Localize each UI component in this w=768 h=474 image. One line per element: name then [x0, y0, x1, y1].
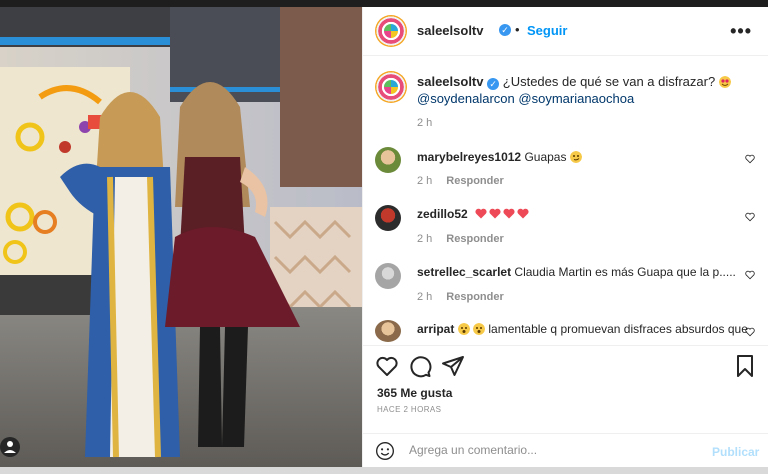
- post-caption: saleelsoltv ✓ ¿Ustedes de qué se van a d…: [417, 73, 747, 107]
- comment-body: lamentable q promuevan disfraces absurdo…: [488, 322, 748, 336]
- post-photo[interactable]: [0, 7, 362, 467]
- mention-link[interactable]: @soymarianaochoa: [518, 91, 634, 106]
- avatar[interactable]: [375, 147, 401, 173]
- caption-avatar[interactable]: [375, 71, 407, 103]
- mention-link[interactable]: @soydenalarcon: [417, 91, 515, 106]
- comment-username[interactable]: setrellec_scarlet: [417, 265, 511, 279]
- frowning-emoji-icon: [473, 323, 486, 335]
- emoji-picker-icon[interactable]: [375, 441, 395, 461]
- publish-button[interactable]: Publicar: [712, 445, 759, 459]
- comment-text: marybelreyes1012 Guapas: [417, 150, 582, 164]
- avatar[interactable]: [375, 320, 401, 342]
- smirk-emoji-icon: [569, 151, 582, 163]
- four-red-hearts-icon: [475, 207, 531, 221]
- avatar[interactable]: [375, 263, 401, 289]
- post-actions-bar: [363, 345, 768, 386]
- starry-eyes-emoji-icon: [718, 76, 731, 88]
- comment-text: arripat lamentable q promuevan disfraces…: [417, 322, 748, 336]
- likes-count[interactable]: 365 Me gusta: [377, 386, 452, 400]
- comment-input[interactable]: [409, 443, 679, 457]
- avatar[interactable]: [375, 205, 401, 231]
- comment-username[interactable]: zedillo52: [417, 207, 468, 221]
- post-header: saleelsoltv ✓ • Seguir •••: [363, 7, 768, 56]
- comment-username[interactable]: arripat: [417, 322, 454, 336]
- browser-bottom-strip: [0, 467, 768, 474]
- tagged-user-icon[interactable]: [0, 437, 20, 457]
- caption-text: ¿Ustedes de qué se van a disfrazar?: [502, 74, 716, 89]
- comment-time: 2 h: [417, 233, 433, 245]
- comment-meta: 2 h Responder: [417, 233, 504, 245]
- comment-meta: 2 h Responder: [417, 175, 504, 187]
- comment-username[interactable]: marybelreyes1012: [417, 150, 521, 164]
- reply-button[interactable]: Responder: [446, 291, 503, 303]
- verified-badge-icon: ✓: [499, 24, 511, 36]
- post-detail-panel: saleelsoltv ✓ • Seguir ••• saleelsoltv ✓…: [362, 7, 768, 467]
- comment-body: Claudia Martin es más Guapa que la p....…: [514, 265, 736, 279]
- like-heart-icon[interactable]: [375, 354, 399, 378]
- like-comment-heart-icon[interactable]: [745, 212, 755, 222]
- like-comment-heart-icon[interactable]: [745, 270, 755, 280]
- more-options-icon[interactable]: •••: [730, 21, 752, 42]
- like-comment-heart-icon[interactable]: [745, 154, 755, 164]
- comment-time: 2 h: [417, 175, 433, 187]
- reply-button[interactable]: Responder: [446, 175, 503, 187]
- like-comment-heart-icon[interactable]: [745, 327, 755, 337]
- save-bookmark-icon[interactable]: [733, 354, 757, 378]
- comment-body: Guapas: [524, 150, 567, 164]
- comment-text: setrellec_scarlet Claudia Martin es más …: [417, 265, 736, 279]
- caption-time: 2 h: [417, 117, 433, 129]
- comment-time: 2 h: [417, 291, 433, 303]
- separator-dot: •: [515, 22, 520, 37]
- avatar[interactable]: [375, 15, 407, 47]
- share-paper-plane-icon[interactable]: [441, 354, 465, 378]
- comment-bubble-icon[interactable]: [408, 354, 432, 378]
- follow-button[interactable]: Seguir: [527, 23, 567, 38]
- caption-username[interactable]: saleelsoltv: [417, 74, 484, 89]
- comment-text: zedillo52: [417, 207, 531, 221]
- add-comment-row: Publicar: [363, 433, 768, 468]
- header-username[interactable]: saleelsoltv: [417, 23, 484, 38]
- post-timestamp: HACE 2 HORAS: [377, 405, 442, 414]
- browser-top-strip: [0, 0, 768, 7]
- comment-meta: 2 h Responder: [417, 291, 504, 303]
- post-photo-illustration: [0, 7, 362, 467]
- verified-badge-icon: ✓: [487, 78, 500, 90]
- reply-button[interactable]: Responder: [446, 233, 503, 245]
- frowning-emoji-icon: [457, 323, 470, 335]
